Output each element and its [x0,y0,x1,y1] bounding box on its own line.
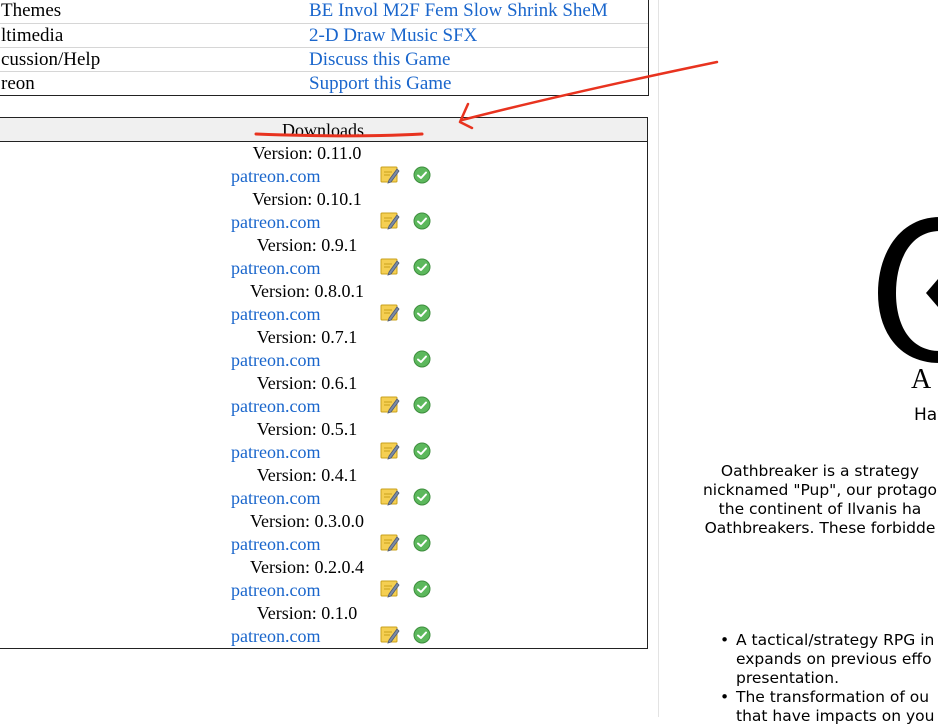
annotation-arrow [460,60,719,122]
annotation-overlay [254,60,719,138]
annotation-arrowhead [458,102,474,130]
annotation-underline [254,132,424,138]
